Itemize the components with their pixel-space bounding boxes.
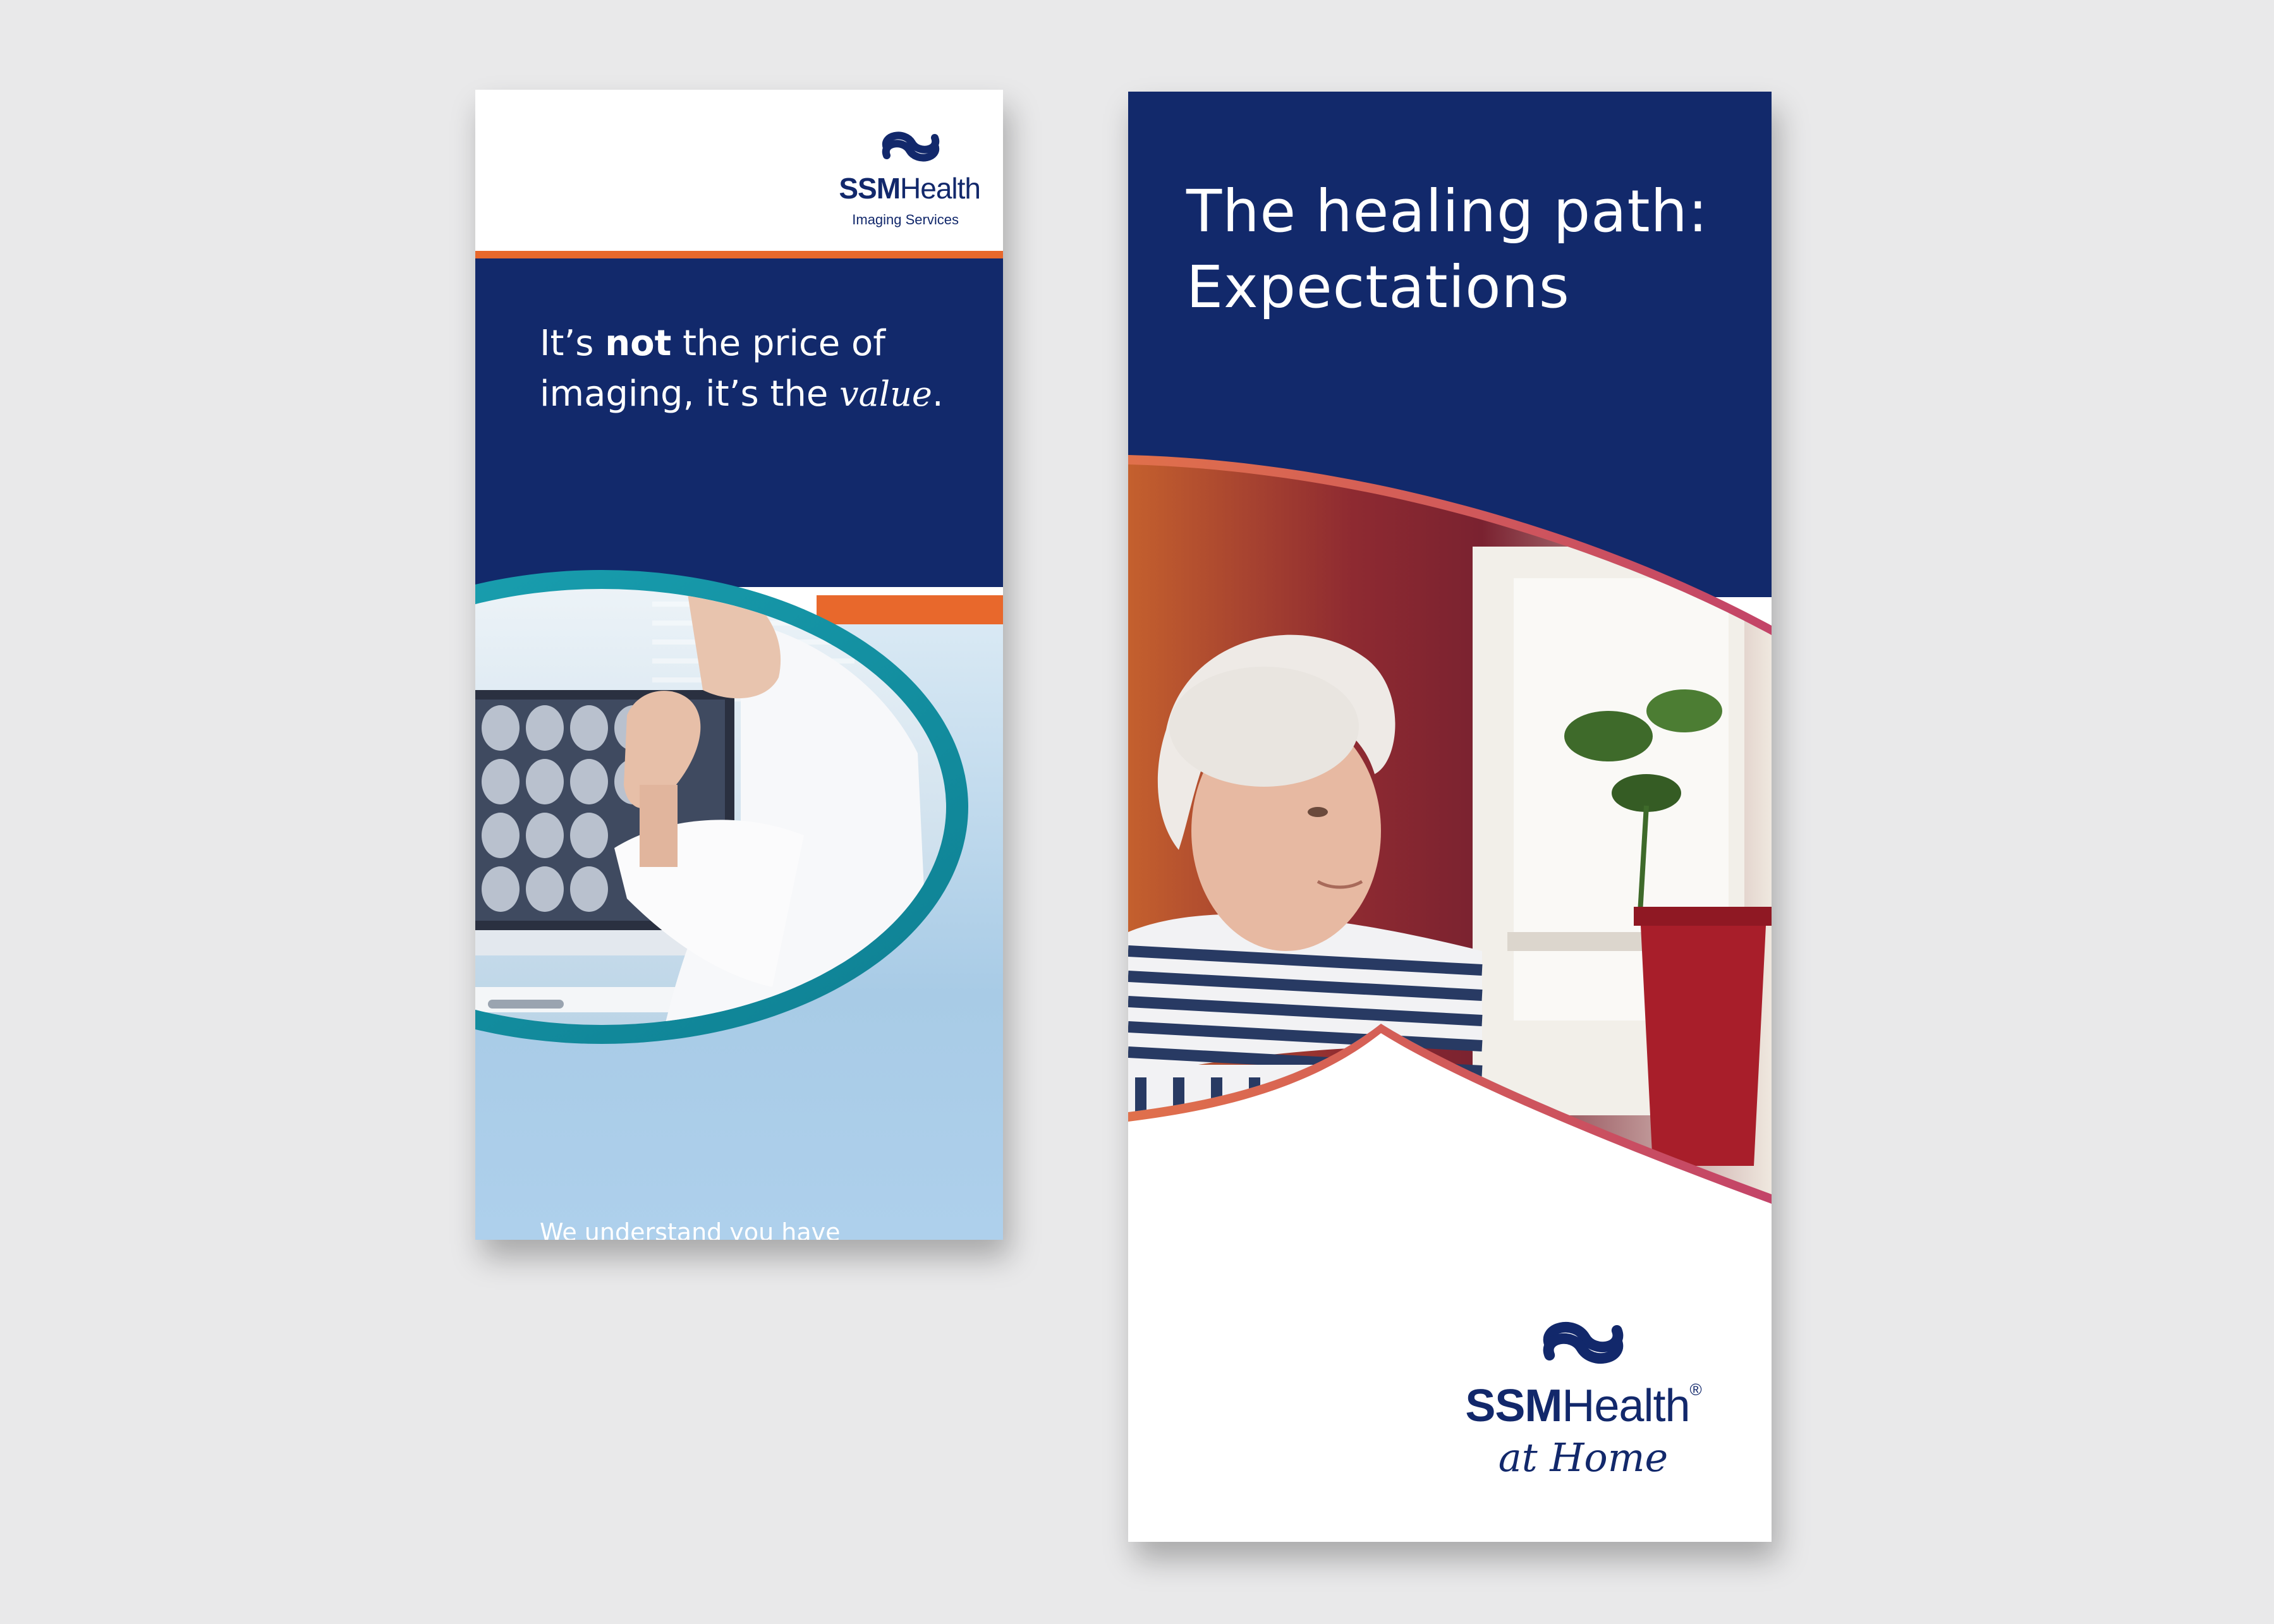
registered-mark: ® <box>1689 1380 1701 1399</box>
brand-regular: Health <box>900 172 981 205</box>
headline-italic: value <box>839 374 932 414</box>
navy-header-panel <box>475 258 1003 587</box>
headline-part: . <box>932 373 944 415</box>
ssm-infinity-logo-icon <box>882 131 940 162</box>
doctor-xray-photo <box>475 570 968 1044</box>
headline-bold: not <box>605 323 672 364</box>
imaging-services-brochure: SSMHealth Imaging Services It’s not the … <box>475 90 1003 1240</box>
brand-wordmark: SSMHealth® <box>1457 1380 1710 1432</box>
ssm-infinity-logo-icon <box>1543 1322 1624 1364</box>
brand-bold: SSM <box>839 172 901 205</box>
ssm-health-imaging-logo: SSMHealth Imaging Services <box>791 129 981 228</box>
ssm-health-at-home-logo: SSMHealth® at Home <box>1457 1318 1710 1481</box>
ssm-health-at-home-brochure: The healing path: Expectations SSMHealth… <box>1128 92 1772 1542</box>
brand-wordmark: SSMHealth <box>791 171 981 205</box>
brand-subtitle: Imaging Services <box>852 212 959 227</box>
headline-part: the price of <box>671 323 886 364</box>
brand-subtitle: at Home <box>1498 1434 1669 1481</box>
imaging-tagline: We understand you have a choice in imagi… <box>540 1218 841 1240</box>
headline-part: It’s <box>540 323 605 364</box>
orange-divider <box>475 251 1003 258</box>
brand-regular: Health <box>1562 1381 1690 1431</box>
imaging-headline: It’s not the price of imaging, it’s the … <box>540 318 982 420</box>
brand-bold: SSM <box>1465 1381 1562 1431</box>
headline-part: imaging, it’s the <box>540 373 840 415</box>
mockup-stage: SSMHealth Imaging Services It’s not the … <box>0 0 2274 1624</box>
